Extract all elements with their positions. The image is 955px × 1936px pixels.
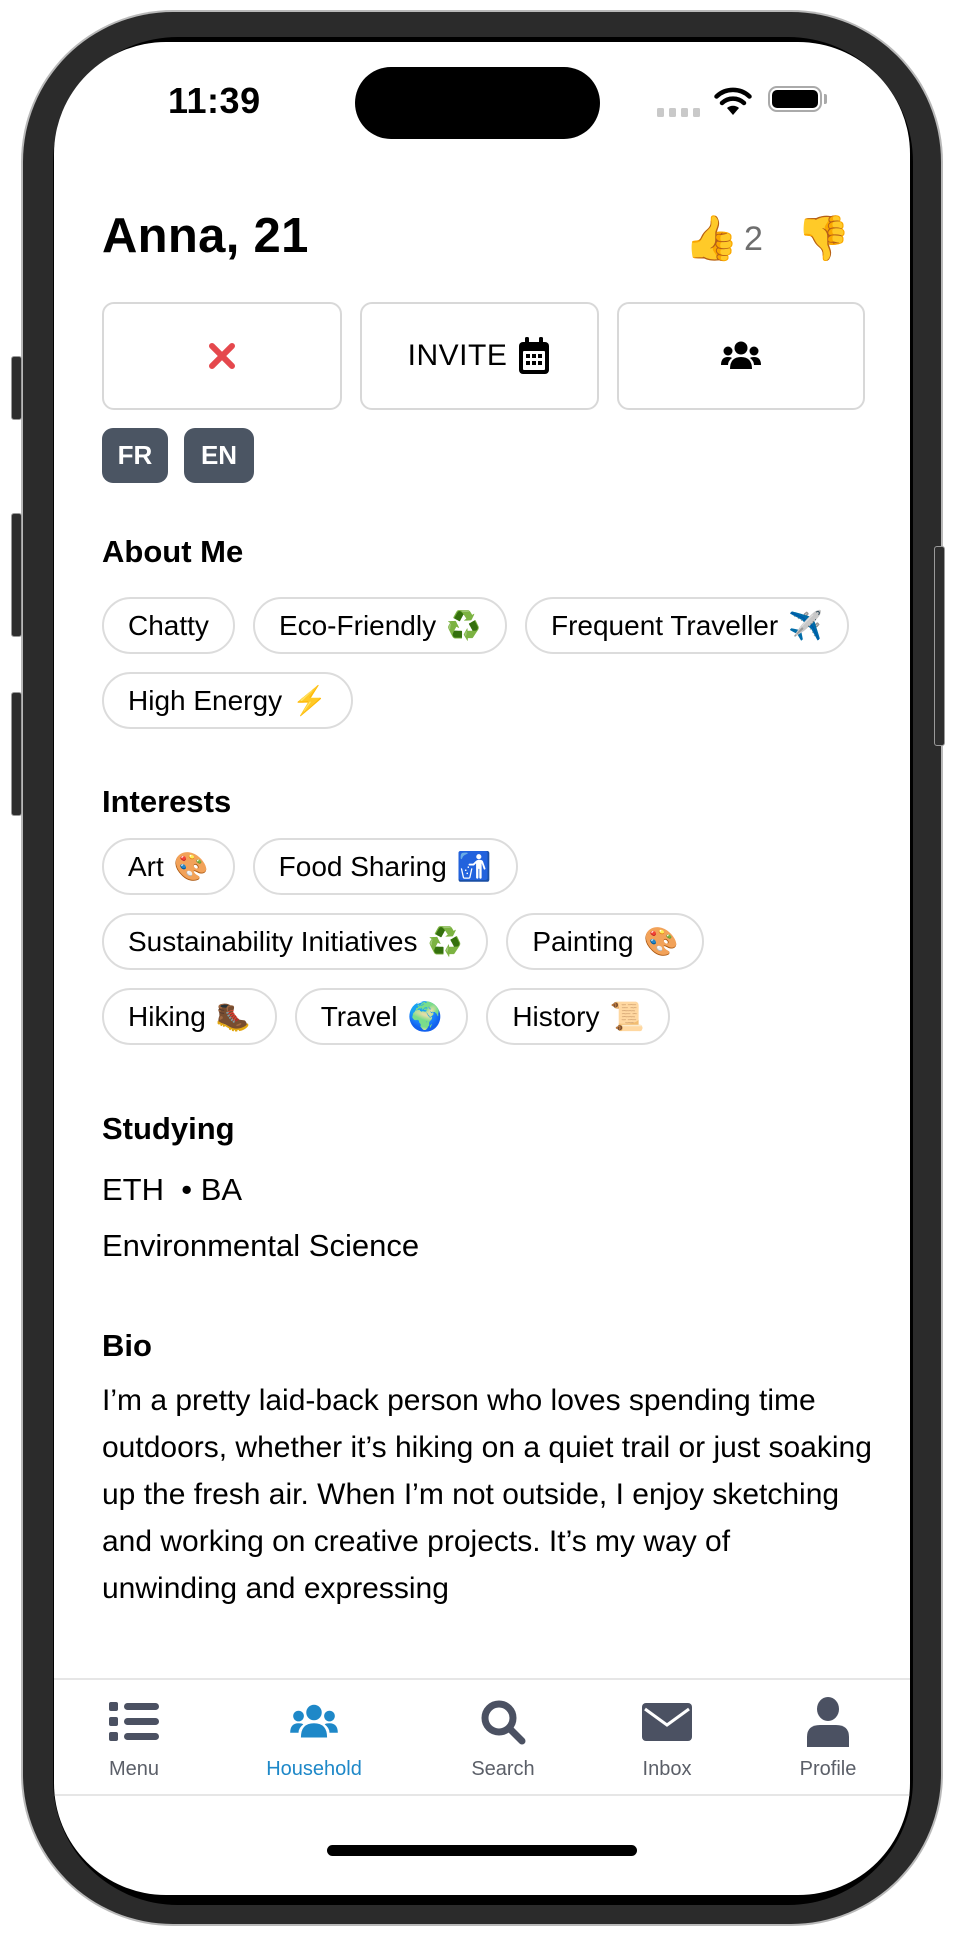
language-badge-fr: FR <box>102 428 168 483</box>
field-of-study: Environmental Science <box>102 1228 420 1263</box>
chip-label: Hiking <box>128 1000 206 1032</box>
profile-name-age: Anna, 21 <box>102 209 309 263</box>
tab-label: Search <box>471 1758 535 1780</box>
interest-chip: Travel 🌍 <box>294 988 469 1045</box>
about-chip: Chatty <box>102 597 235 654</box>
interest-chip: History 📜 <box>486 988 671 1045</box>
volume-up-button <box>11 513 22 637</box>
interest-chip: Art 🎨 <box>102 838 235 895</box>
chip-label: Frequent Traveller <box>550 609 779 641</box>
studying-title: Studying <box>102 1111 235 1146</box>
status-time: 11:39 <box>168 80 261 121</box>
bio-title: Bio <box>102 1328 152 1363</box>
chip-label: Travel <box>320 1000 398 1032</box>
chip-label: High Energy <box>128 684 283 716</box>
chip-label: Sustainability Initiatives <box>128 925 418 957</box>
interest-chip: Painting 🎨 <box>506 913 705 970</box>
tab-search[interactable]: Search <box>433 1680 573 1796</box>
list-icon <box>109 1702 159 1741</box>
palette-icon: 🎨 <box>643 926 679 957</box>
interests-chips: Art 🎨 Food Sharing 🚮 Sustainability Initia… <box>102 838 872 1045</box>
calendar-icon <box>519 337 550 374</box>
power-button <box>934 546 945 746</box>
interest-chip: Sustainability Initiatives ♻️ <box>102 913 489 970</box>
recycle-icon: ♻️ <box>427 926 463 957</box>
chip-label: Eco-Friendly <box>278 609 437 641</box>
interest-chip: Food Sharing 🚮 <box>252 838 518 895</box>
battery-icon <box>768 86 822 112</box>
signal-icon <box>657 108 700 117</box>
scroll-icon: 📜 <box>609 1001 645 1032</box>
about-me-title: About Me <box>102 534 244 569</box>
chip-label: Art <box>128 850 164 882</box>
bio-text: I’m a pretty laid-back person who loves … <box>102 1384 872 1605</box>
language-badge-en: EN <box>184 428 254 483</box>
envelope-icon <box>642 1703 692 1741</box>
thumbs-down-icon[interactable]: 👎 <box>796 212 851 264</box>
institution-degree: ETH • BA <box>102 1172 243 1207</box>
tab-label: Profile <box>799 1758 857 1780</box>
chip-label: Painting <box>532 925 634 957</box>
invite-button[interactable]: INVITE <box>360 302 599 410</box>
litter-bin-icon: 🚮 <box>456 851 492 882</box>
tab-household[interactable]: Household <box>244 1680 384 1796</box>
tab-label: Household <box>266 1758 362 1780</box>
users-icon <box>290 1704 338 1738</box>
about-chip: Eco-Friendly ♻️ <box>252 597 507 654</box>
tab-bar: Menu Household Search Inbox Profile <box>54 1678 910 1796</box>
interest-chip: Hiking 🥾 <box>102 988 277 1045</box>
invite-label: INVITE <box>407 339 508 372</box>
lightning-icon: ⚡ <box>292 685 327 716</box>
dynamic-island <box>355 67 600 139</box>
user-icon <box>807 1697 849 1747</box>
airplane-icon: ✈️ <box>788 610 824 641</box>
interests-title: Interests <box>102 784 232 819</box>
thumbs-up-icon[interactable]: 👍 <box>684 212 739 264</box>
home-indicator[interactable] <box>327 1845 637 1856</box>
close-icon <box>209 343 235 369</box>
tab-inbox[interactable]: Inbox <box>597 1680 737 1796</box>
tab-label: Inbox <box>642 1758 692 1780</box>
volume-down-button <box>11 692 22 816</box>
users-icon <box>721 341 761 369</box>
search-icon <box>481 1700 526 1745</box>
action-button <box>11 356 22 420</box>
tab-menu[interactable]: Menu <box>64 1680 204 1796</box>
palette-icon: 🎨 <box>173 851 209 882</box>
household-button[interactable] <box>617 302 865 410</box>
chip-label: History <box>512 1000 600 1032</box>
recycle-icon: ♻️ <box>446 610 481 641</box>
chip-label: Food Sharing <box>278 850 447 882</box>
globe-icon: 🌍 <box>407 1001 443 1032</box>
tab-label: Menu <box>108 1758 160 1780</box>
like-count: 2 <box>744 220 763 258</box>
battery-cap <box>824 94 827 104</box>
about-chip: High Energy ⚡ <box>102 672 353 729</box>
chip-label: Chatty <box>128 609 209 641</box>
screen: 11:39 Anna, 21 👍 2 👎 INVITE FR EN About … <box>54 42 910 1895</box>
wifi-icon <box>714 87 752 115</box>
tab-profile[interactable]: Profile <box>758 1680 898 1796</box>
reject-button[interactable] <box>102 302 342 410</box>
about-me-chips: Chatty Eco-Friendly ♻️ Frequent Traveller… <box>102 597 872 729</box>
about-chip: Frequent Traveller ✈️ <box>524 597 850 654</box>
hiking-boot-icon: 🥾 <box>215 1001 251 1032</box>
